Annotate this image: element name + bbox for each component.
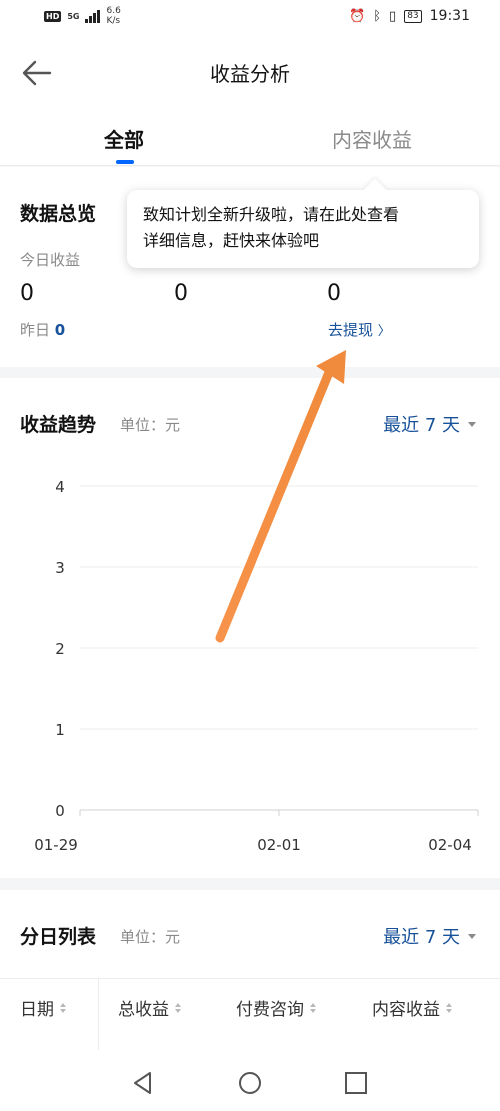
tooltip-text-line2: 详细信息，赶快来体验吧 — [143, 231, 320, 250]
x-tick-label: 01-29 — [34, 836, 78, 854]
chevron-right-icon: 〉 — [377, 324, 391, 339]
daily-range-selector[interactable]: 最近 7 天 — [383, 923, 476, 949]
trend-chart: 0 1 2 3 4 01-29 02-01 02-04 — [34, 478, 479, 854]
trend-unit: 单位：元 — [120, 416, 181, 434]
signal-icon — [85, 9, 101, 23]
circle-home-icon[interactable] — [237, 1070, 263, 1096]
column-header-content-income[interactable]: 内容收益 — [372, 995, 452, 1020]
y-tick-label: 3 — [55, 559, 65, 577]
column-header-label: 内容收益 — [372, 1000, 440, 1020]
column-divider — [98, 979, 99, 1059]
tooltip-text-line1: 致知计划全新升级啦，请在此处查看 — [143, 205, 400, 224]
network-type: 5G — [67, 11, 80, 21]
trend-card: 收益趋势 单位：元 最近 7 天 0 1 2 3 4 01-29 02-01 02-04 — [0, 378, 500, 878]
y-tick-label: 1 — [55, 721, 65, 739]
column-header-date[interactable]: 日期 — [20, 995, 66, 1020]
app-header: 收益分析 — [0, 36, 500, 110]
table-header: 日期 总收益 付费咨询 内容收益 — [0, 978, 500, 1059]
third-income-value: 0 — [327, 281, 341, 306]
column-header-label: 付费咨询 — [236, 1000, 304, 1020]
square-recent-icon[interactable] — [343, 1070, 369, 1096]
withdraw-label: 去提现 — [328, 321, 374, 339]
battery-level: 83 — [407, 10, 419, 21]
caret-down-icon — [468, 933, 476, 939]
column-header-label: 总收益 — [118, 1000, 169, 1020]
upgrade-tooltip[interactable]: 致知计划全新升级啦，请在此处查看 详细信息，赶快来体验吧 — [127, 178, 479, 268]
x-tick-label: 02-01 — [257, 836, 301, 854]
page-title: 收益分析 — [210, 62, 290, 86]
overview-title: 数据总览 — [20, 203, 97, 225]
sort-icon — [310, 1002, 316, 1013]
caret-down-icon — [468, 421, 476, 427]
today-income-value: 0 — [20, 281, 34, 306]
trend-range-selector[interactable]: 最近 7 天 — [383, 411, 476, 437]
clock: 19:31 — [429, 8, 470, 24]
tab-content-income[interactable]: 内容收益 — [332, 124, 412, 153]
hd-badge: HD — [44, 10, 62, 22]
sort-icon — [446, 1002, 452, 1013]
sort-icon — [175, 1002, 181, 1013]
y-tick-label: 4 — [55, 478, 65, 496]
vibrate-icon: ▯ — [389, 8, 397, 24]
tab-bar: 全部 内容收益 — [0, 110, 500, 166]
x-tick-label: 02-04 — [428, 836, 472, 854]
alarm-icon: ⏰ — [349, 8, 366, 24]
daily-range-label: 最近 7 天 — [383, 927, 460, 948]
sort-icon — [60, 1002, 66, 1013]
battery-icon: 83 — [404, 9, 422, 23]
trend-title: 收益趋势 — [20, 414, 97, 436]
status-bar: HD 5G 6.6 K/s ⏰ ᛒ ▯ 83 19:31 — [0, 0, 500, 36]
column-header-label: 日期 — [20, 1000, 54, 1020]
yesterday-label: 昨日 — [20, 321, 51, 339]
active-tab-indicator — [116, 160, 134, 164]
bluetooth-icon: ᛒ — [373, 8, 382, 24]
trend-range-label: 最近 7 天 — [383, 415, 460, 436]
tab-all[interactable]: 全部 — [104, 124, 144, 153]
y-tick-label: 0 — [55, 802, 65, 820]
daily-title: 分日列表 — [20, 926, 97, 948]
speed-value: 6.6 — [106, 6, 121, 16]
daily-unit: 单位：元 — [120, 928, 181, 946]
column-header-paid-consult[interactable]: 付费咨询 — [236, 995, 316, 1020]
yesterday-income: 昨日 0 — [20, 319, 65, 340]
column-header-total[interactable]: 总收益 — [118, 995, 181, 1020]
speed-unit: K/s — [106, 16, 121, 26]
system-nav-bar — [0, 1050, 500, 1111]
yesterday-value: 0 — [54, 321, 66, 339]
second-income-value: 0 — [174, 281, 188, 306]
status-bar-left: HD 5G 6.6 K/s — [44, 6, 128, 26]
network-speed: 6.6 K/s — [106, 6, 128, 26]
withdraw-link[interactable]: 去提现 〉 — [328, 319, 391, 340]
today-income-label: 今日收益 — [20, 251, 81, 269]
triangle-back-icon[interactable] — [130, 1070, 156, 1096]
y-tick-label: 2 — [55, 640, 65, 658]
daily-list-card: 分日列表 单位：元 最近 7 天 日期 总收益 付费咨询 内容收益 — [0, 890, 500, 1059]
status-bar-right: ⏰ ᛒ ▯ 83 19:31 — [349, 8, 470, 24]
